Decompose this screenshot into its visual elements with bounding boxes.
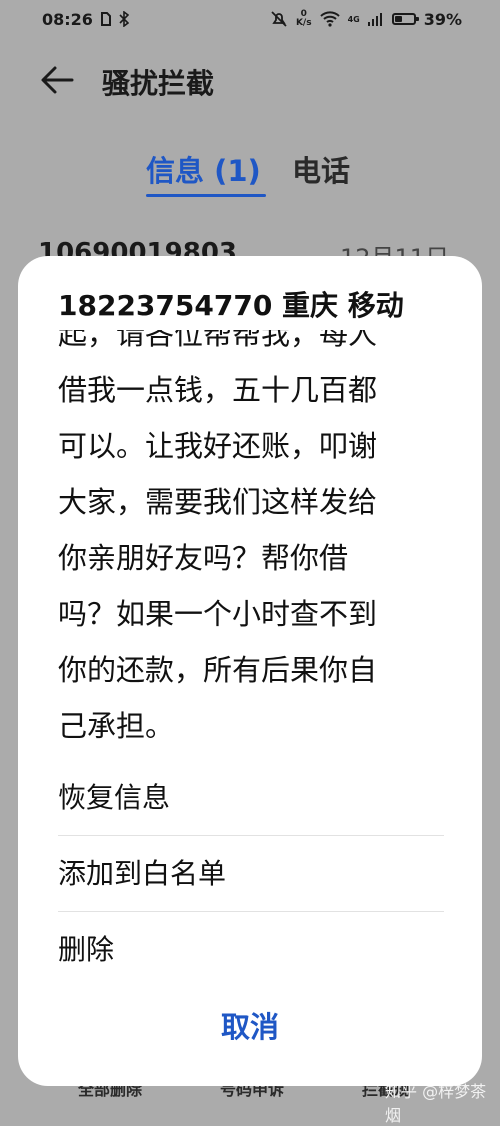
bluetooth-icon: [119, 11, 129, 27]
clock: 08:26: [42, 9, 93, 29]
delete-button[interactable]: 删除: [58, 912, 444, 988]
cell-signal-icon: [367, 13, 382, 26]
page-title: 骚扰拦截: [102, 67, 215, 100]
tab-messages[interactable]: 信息 (1): [146, 148, 261, 190]
battery-fill: [394, 16, 402, 22]
battery-percent: 39%: [423, 9, 462, 29]
sim-card-icon: [100, 12, 111, 26]
restore-message-button[interactable]: 恢复信息: [58, 760, 444, 836]
message-body: 起，请各位帮帮我，每人 借我一点钱，五十几百都 可以。让我好还账，叩谢 大家，需…: [58, 330, 458, 750]
back-arrow-icon[interactable]: [38, 60, 78, 100]
message-line: 吗？如果一个小时查不到: [58, 597, 378, 631]
network-speed: 0 K/s: [296, 10, 312, 28]
message-line: 起，请各位帮帮我，每人: [58, 330, 378, 351]
signal-label: 4G: [347, 14, 360, 24]
message-line: 你亲朋好友吗？帮你借: [58, 541, 349, 575]
message-line: 己承担。: [58, 709, 175, 743]
message-line: 大家，需要我们这样发给: [58, 485, 378, 519]
tab-bar: 信息 (1) 电话: [0, 148, 500, 204]
battery-icon: [391, 13, 419, 25]
sheet-sender-title: 18223754770 重庆 移动: [58, 289, 404, 322]
add-to-whitelist-button[interactable]: 添加到白名单: [58, 836, 444, 912]
cancel-button[interactable]: 取消: [18, 1004, 482, 1046]
message-line: 可以。让我好还账，叩谢: [58, 429, 378, 463]
app-header: 骚扰拦截: [0, 50, 500, 114]
network-speed-unit: K/s: [295, 18, 312, 28]
message-line: 你的还款，所有后果你自: [58, 653, 378, 687]
tab-calls[interactable]: 电话: [292, 148, 350, 190]
active-tab-indicator: [146, 194, 266, 197]
message-line: 借我一点钱，五十几百都: [58, 373, 378, 407]
mute-bell-icon: [271, 11, 287, 27]
status-right: 0 K/s 4G 39%: [270, 10, 462, 29]
message-action-sheet: 18223754770 重庆 移动 起，请各位帮帮我，每人 借我一点钱，五十几百…: [18, 256, 482, 1086]
wifi-icon: [319, 11, 340, 27]
status-left: 08:26: [42, 10, 129, 29]
status-bar: 08:26 0 K/s 4G 39%: [0, 0, 500, 38]
